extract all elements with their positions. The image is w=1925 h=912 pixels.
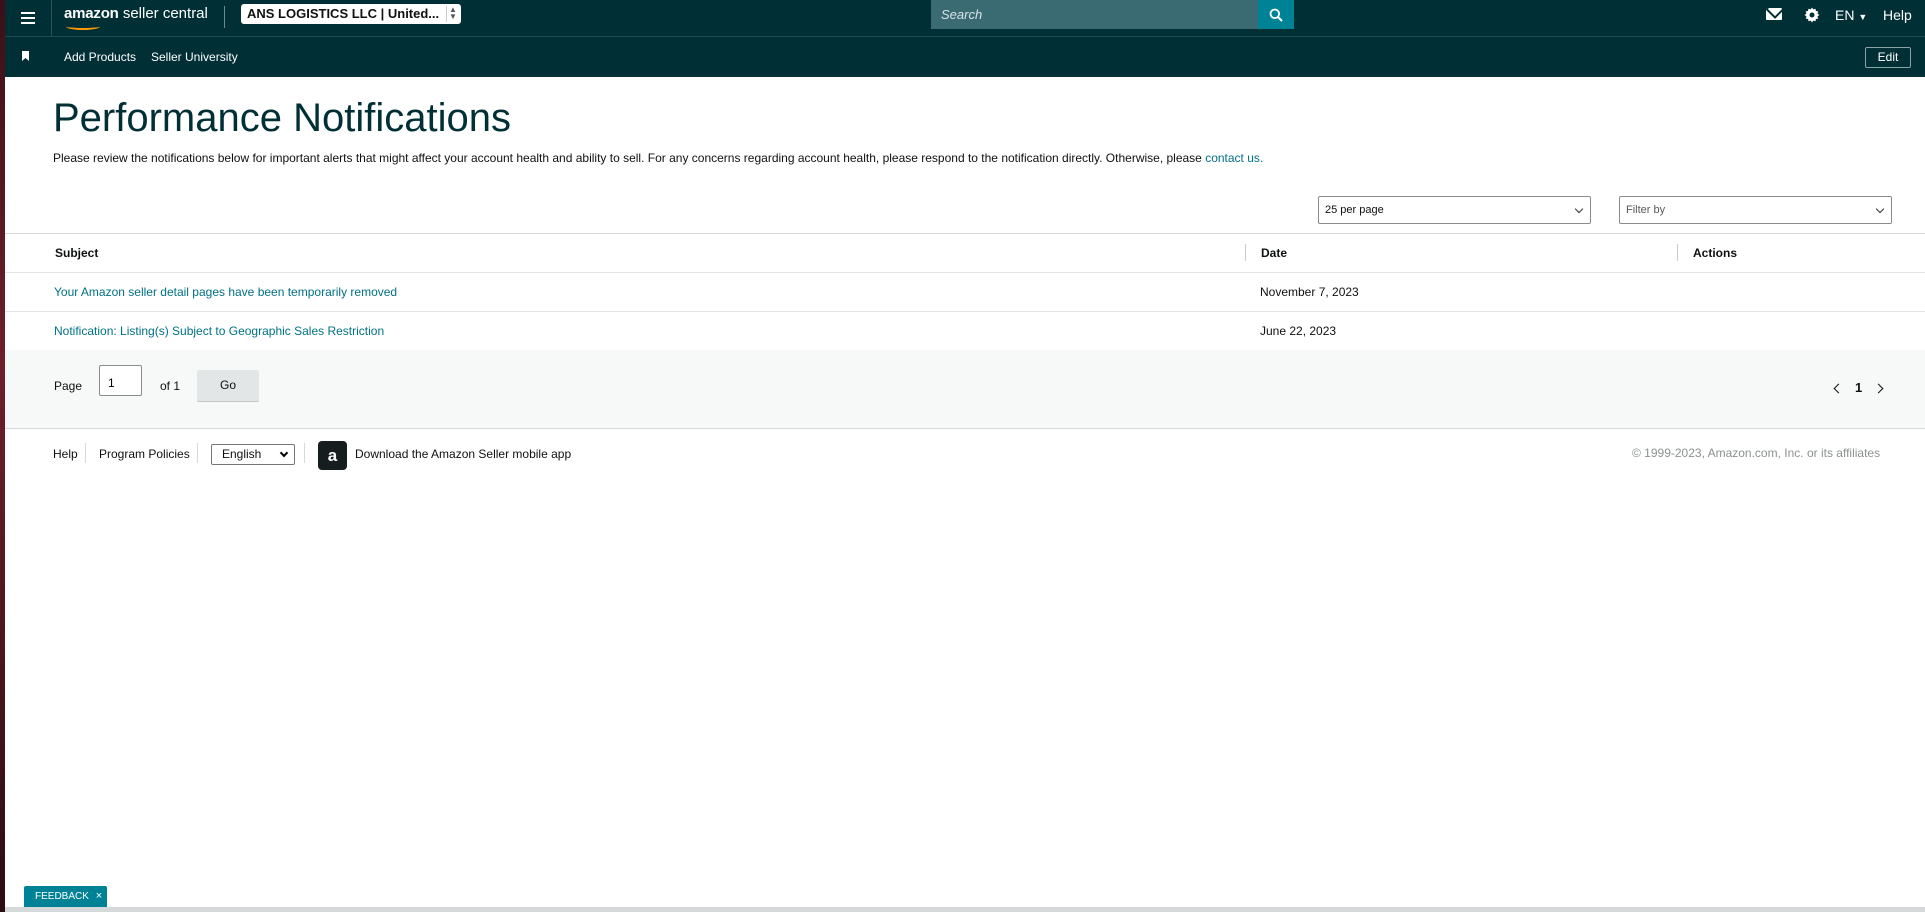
search-icon: [1269, 8, 1283, 22]
per-page-select[interactable]: 25 per page: [1318, 196, 1591, 224]
amazon-smile-icon: [66, 23, 100, 30]
caret-down-icon: ▼: [1858, 12, 1868, 22]
left-edge-strip: [0, 0, 5, 912]
seller-central-logo[interactable]: amazon seller central: [64, 5, 208, 31]
footer-language-select[interactable]: English: [211, 444, 295, 465]
page-title: Performance Notifications: [53, 96, 511, 140]
chevron-down-icon: [279, 448, 289, 458]
table-header-row: Subject Date Actions: [5, 234, 1925, 273]
bottom-scrollbar-track: [5, 907, 1925, 912]
menu-divider: [51, 0, 52, 36]
footer-divider: [197, 443, 198, 463]
filter-by-placeholder: Filter by: [1626, 204, 1666, 216]
amazon-seller-app-icon[interactable]: a: [318, 441, 347, 470]
nav-add-products[interactable]: Add Products: [64, 50, 136, 64]
column-divider: [1245, 244, 1246, 261]
pagination-bar: Page of 1 Go 1: [5, 350, 1925, 429]
hamburger-menu-icon[interactable]: [16, 6, 40, 30]
top-bar: amazon seller central ANS LOGISTICS LLC …: [5, 0, 1925, 36]
contact-us-link[interactable]: contact us.: [1205, 151, 1263, 165]
go-button[interactable]: Go: [197, 370, 259, 401]
feedback-label: FEEDBACK: [35, 891, 89, 902]
current-page[interactable]: 1: [1855, 380, 1862, 395]
page-description: Please review the notifications below fo…: [53, 151, 1263, 165]
page-label: Page: [54, 379, 83, 393]
close-icon[interactable]: ×: [96, 890, 102, 902]
language-label: EN: [1835, 7, 1855, 23]
footer-help-link[interactable]: Help: [53, 447, 78, 461]
per-page-value: 25 per page: [1325, 204, 1384, 216]
header-subject[interactable]: Subject: [55, 246, 98, 260]
table-row: Notification: Listing(s) Subject to Geog…: [5, 312, 1925, 351]
edit-shortcuts-button[interactable]: Edit: [1865, 47, 1911, 68]
table-row: Your Amazon seller detail pages have bee…: [5, 273, 1925, 312]
chevron-left-icon[interactable]: [1833, 383, 1844, 394]
footer: Help Program Policies English a Download…: [5, 429, 1925, 479]
description-text: Please review the notifications below fo…: [53, 151, 1206, 165]
chevron-down-icon: [1574, 204, 1584, 214]
logo-divider: [224, 6, 225, 28]
help-link[interactable]: Help: [1883, 7, 1912, 23]
page-number-input[interactable]: [99, 365, 142, 396]
account-switcher[interactable]: ANS LOGISTICS LLC | United... ▲ ▼: [241, 4, 461, 24]
logo-seller-central-text: seller central: [118, 5, 208, 22]
bookmark-icon[interactable]: [22, 51, 29, 61]
footer-divider: [85, 443, 86, 463]
notification-date: November 7, 2023: [1260, 285, 1359, 299]
account-name: ANS LOGISTICS LLC | United...: [247, 6, 440, 21]
page-total-label: of 1: [160, 379, 181, 393]
footer-program-policies-link[interactable]: Program Policies: [99, 447, 190, 461]
header-actions: Actions: [1693, 246, 1738, 260]
nav-seller-university[interactable]: Seller University: [151, 50, 238, 64]
notification-subject-link[interactable]: Notification: Listing(s) Subject to Geog…: [54, 324, 384, 338]
search-input[interactable]: Search: [931, 0, 1258, 29]
footer-language-value: English: [222, 447, 262, 461]
mail-icon[interactable]: [1766, 8, 1782, 20]
filter-by-select[interactable]: Filter by: [1619, 196, 1892, 224]
gear-icon[interactable]: [1802, 5, 1822, 25]
logo-amazon-text: amazon: [64, 5, 119, 22]
notification-date: June 22, 2023: [1260, 324, 1337, 338]
account-switcher-arrows-icon: ▲ ▼: [446, 6, 459, 22]
footer-divider: [304, 443, 305, 463]
copyright-text: © 1999-2023, Amazon.com, Inc. or its aff…: [1632, 446, 1881, 460]
shortcut-bar: Add Products Seller University Edit: [5, 36, 1925, 77]
language-switcher[interactable]: EN ▼: [1835, 7, 1867, 23]
header-date[interactable]: Date: [1261, 246, 1287, 260]
chevron-right-icon[interactable]: [1873, 383, 1884, 394]
chevron-down-icon: [1875, 204, 1885, 214]
search-button[interactable]: [1258, 0, 1294, 29]
download-app-link[interactable]: Download the Amazon Seller mobile app: [355, 447, 571, 461]
notification-subject-link[interactable]: Your Amazon seller detail pages have bee…: [54, 285, 397, 299]
column-divider: [1677, 244, 1678, 261]
notifications-table: Subject Date Actions Your Amazon seller …: [5, 233, 1925, 352]
feedback-button[interactable]: FEEDBACK ×: [24, 886, 107, 907]
